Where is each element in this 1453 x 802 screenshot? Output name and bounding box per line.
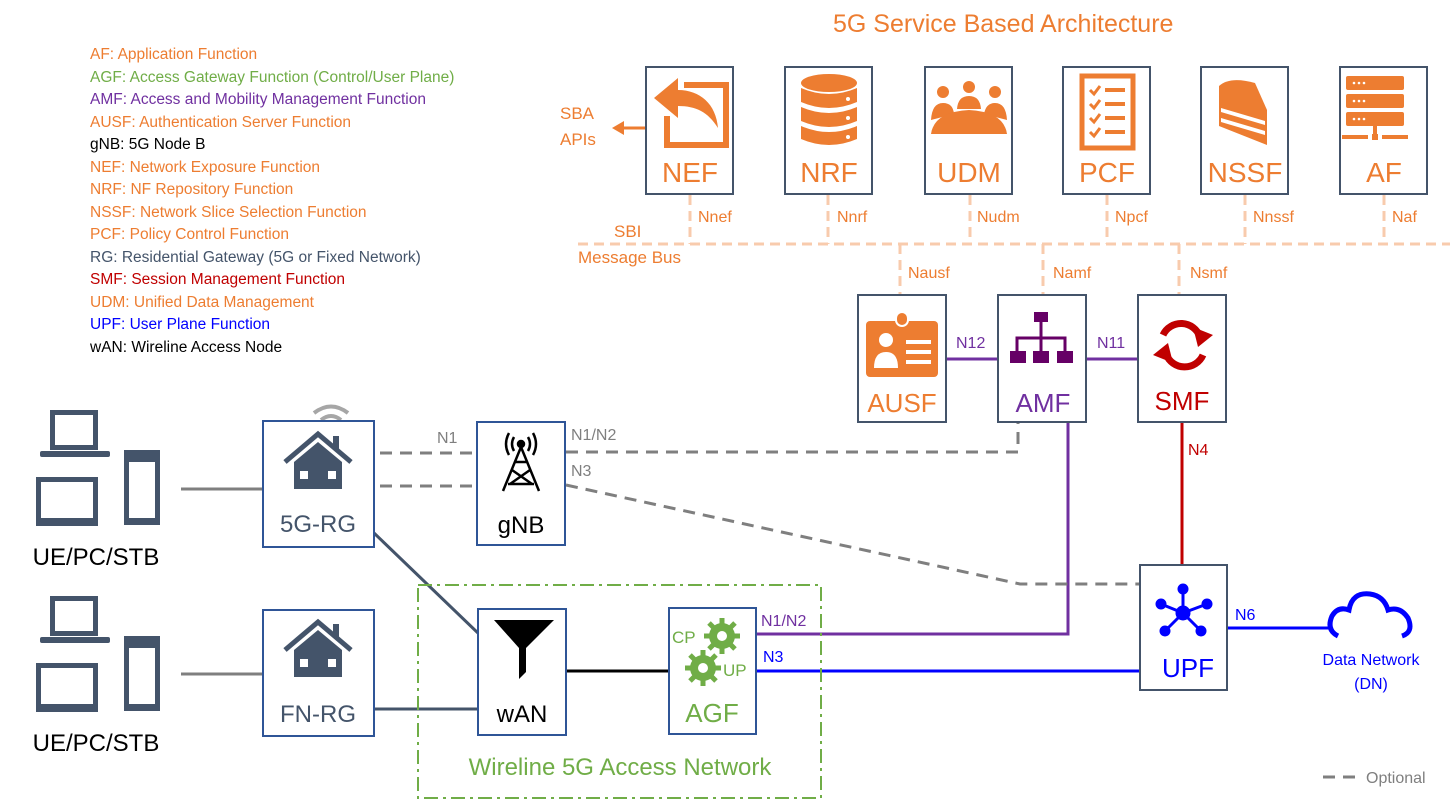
nf-interface-label: Nnef — [698, 209, 732, 226]
n6-label: N6 — [1235, 607, 1256, 624]
wan-label: wAN — [496, 701, 548, 728]
laptop-icon — [40, 410, 110, 457]
ue-device-group[interactable]: UE/PC/STB — [33, 596, 160, 757]
agf-cp-label: CP — [672, 628, 696, 647]
nf-interface-label: Nudm — [977, 209, 1020, 226]
phone-icon — [124, 450, 160, 525]
smf-label: SMF — [1155, 386, 1210, 416]
agf-up-label: UP — [723, 661, 747, 680]
ue-label: UE/PC/STB — [33, 730, 160, 757]
upf-box[interactable]: UPF — [1139, 564, 1228, 691]
amf-box[interactable]: AMF — [997, 294, 1087, 423]
nf-label: AF — [1366, 157, 1402, 188]
upf-label: UPF — [1162, 653, 1214, 683]
nf-label: NRF — [800, 157, 858, 188]
namf-label: Namf — [1053, 265, 1092, 282]
nf-interface-label: Npcf — [1115, 209, 1148, 226]
ausf-label: AUSF — [867, 388, 936, 418]
optional-key-label: Optional — [1366, 770, 1426, 787]
message-bus-label: Message Bus — [578, 248, 681, 267]
amf-label: AMF — [1016, 388, 1071, 418]
gnb-n3-label: N3 — [571, 463, 592, 480]
tablet-icon — [36, 477, 98, 526]
ausf-box[interactable]: AUSF — [857, 294, 947, 423]
sbi-label: SBI — [614, 222, 641, 241]
data-network-label-line2: (DN) — [1354, 676, 1388, 693]
n1-label: N1 — [437, 430, 458, 447]
rg5g-label: 5G-RG — [280, 511, 356, 538]
group-meeting-icon — [931, 81, 1007, 134]
gnb-label: gNB — [498, 512, 545, 539]
fnrg-label: FN-RG — [280, 701, 356, 728]
n12-label: N12 — [956, 335, 985, 352]
phone-icon — [124, 636, 160, 711]
nf-interface-label: Nnrf — [837, 209, 868, 226]
agf-n1n2-label: N1/N2 — [761, 613, 806, 630]
wifi-icon — [312, 404, 350, 422]
nf-label: PCF — [1079, 157, 1135, 188]
optional-key: Optional — [1323, 770, 1426, 787]
laptop-icon — [40, 596, 110, 643]
sba-apis-label-line1: SBA — [560, 104, 595, 123]
wireline-access-network-label: Wireline 5G Access Network — [469, 754, 773, 781]
nf-label: UDM — [937, 157, 1001, 188]
ue-device-group[interactable]: UE/PC/STB — [33, 410, 160, 571]
n11-label: N11 — [1097, 335, 1125, 352]
cloud-icon[interactable] — [1327, 591, 1413, 639]
data-network-label-line1: Data Network — [1323, 652, 1421, 669]
nf-interface-label: Nnssf — [1253, 209, 1294, 226]
rg5g-box[interactable]: 5G-RG — [262, 404, 375, 548]
id-badge-icon — [866, 311, 938, 377]
nf-label: NEF — [662, 157, 718, 188]
nausf-label: Nausf — [908, 265, 950, 282]
network-diagram: SBI Message Bus SBA APIs NEF Nnef NRF Nnrf U… — [33, 66, 1450, 799]
sba-apis-arrow — [612, 121, 646, 135]
agf-box[interactable]: CP UP AGF — [668, 607, 757, 735]
access-connections — [181, 487, 669, 711]
smf-box[interactable]: SMF — [1137, 294, 1227, 423]
fnrg-box[interactable]: FN-RG — [262, 609, 375, 737]
amf-agf-n1n2-link — [757, 423, 1070, 636]
nf-interface-label: Naf — [1392, 209, 1417, 226]
nsmf-label: Nsmf — [1190, 265, 1228, 282]
gnb-n1n2-label: N1/N2 — [571, 427, 616, 444]
gnb-box[interactable]: gNB — [476, 421, 566, 546]
ue-label: UE/PC/STB — [33, 544, 160, 571]
agf-label: AGF — [685, 698, 738, 728]
sba-apis-label-line2: APIs — [560, 130, 596, 149]
agf-n3-label: N3 — [763, 649, 784, 666]
nf-label: NSSF — [1208, 157, 1283, 188]
wan-box[interactable]: wAN — [477, 608, 567, 736]
tablet-icon — [36, 663, 98, 712]
n4-label: N4 — [1188, 442, 1209, 459]
